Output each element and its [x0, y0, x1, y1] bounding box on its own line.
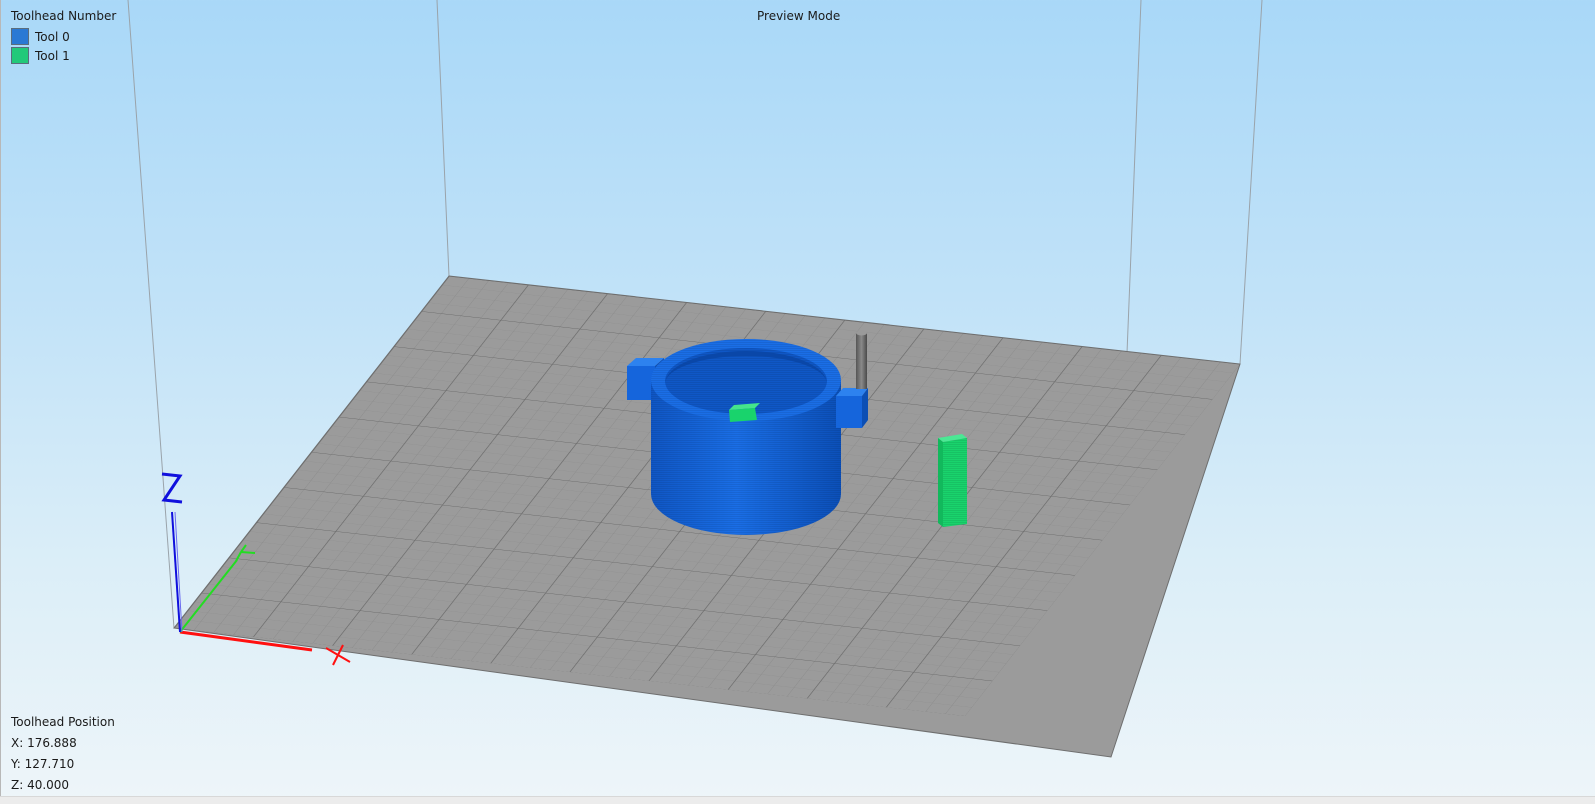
position-x: X: 176.888 — [11, 736, 77, 750]
position-title: Toolhead Position — [11, 715, 115, 729]
tool0-print-bucket[interactable] — [627, 339, 868, 535]
bucket-right-tab — [836, 388, 868, 428]
nozzle-icon — [856, 330, 867, 389]
tool1-print-block[interactable] — [938, 434, 967, 527]
scene-svg[interactable] — [0, 0, 1595, 796]
tool1-swatch — [11, 47, 29, 64]
legend-item-label: Tool 1 — [35, 48, 70, 63]
position-y: Y: 127.710 — [11, 757, 75, 771]
viewport-left-border — [0, 0, 1, 796]
position-z: Z: 40.000 — [11, 778, 70, 792]
3d-viewport[interactable] — [0, 0, 1595, 796]
legend-item-tool0: Tool 0 — [11, 27, 116, 46]
tool1-insert — [729, 403, 760, 422]
toolhead-legend: Toolhead Number Tool 0 Tool 1 — [11, 9, 116, 65]
z-axis-icon — [161, 472, 183, 504]
preview-mode-label: Preview Mode — [757, 9, 841, 23]
legend-title: Toolhead Number — [11, 9, 117, 23]
toolhead-position-readout: Toolhead Position X: 176.888 Y: 127.710 … — [11, 712, 115, 796]
tool0-swatch — [11, 28, 29, 45]
legend-item-label: Tool 0 — [35, 29, 70, 44]
legend-item-tool1: Tool 1 — [11, 46, 116, 65]
